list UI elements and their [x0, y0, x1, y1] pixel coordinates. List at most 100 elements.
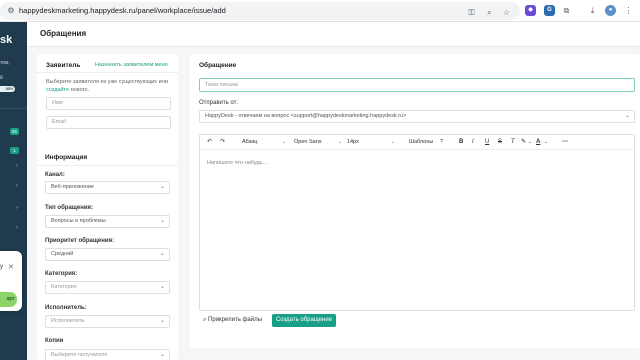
assign-self-link[interactable]: Назначить заявителем меня — [95, 62, 168, 68]
extension-icon[interactable]: G — [544, 5, 555, 16]
chevron-down-icon: ⌄ — [624, 113, 630, 119]
paragraph-value: Абзац — [242, 139, 258, 145]
copies-label: Копии — [45, 338, 64, 344]
priority-label: Приоритет обращения: — [45, 238, 115, 244]
chevron-right-icon[interactable]: › — [16, 224, 18, 232]
ticket-card: Обращение Тема письма Отправить от: Happ… — [190, 54, 640, 348]
chevron-down-icon[interactable]: ⌄ — [528, 138, 532, 147]
highlight-color-icon[interactable]: ✎ — [521, 138, 526, 147]
key-icon[interactable]: ⚿ — [466, 7, 477, 18]
address-bar-url[interactable]: happydeskmarketing.happydesk.ru/panel/wo… — [19, 6, 226, 16]
type-value: Вопросы и проблемы — [51, 218, 106, 224]
chevron-down-icon: ⌄ — [159, 352, 165, 358]
create-requester-link[interactable]: создайте — [46, 87, 69, 93]
info-card: Информация Канал: Веб-приложение ⌄ Тип о… — [37, 146, 178, 360]
extensions-puzzle-icon[interactable]: ⧉ — [561, 5, 572, 16]
assignee-placeholder: Исполнитель — [51, 318, 85, 324]
copies-select[interactable]: Выберите получателя ⌄ — [45, 349, 170, 360]
category-select[interactable]: Категория ⌄ — [45, 281, 170, 294]
chevron-down-icon: ⌄ — [159, 251, 165, 257]
divider — [37, 72, 178, 73]
requester-title: Заявитель — [46, 62, 81, 69]
page-header: Обращения — [27, 22, 640, 47]
menu-icon[interactable]: ⋮ — [623, 5, 634, 16]
page-title: Обращения — [40, 29, 87, 38]
chevron-down-icon: ⌄ — [281, 139, 286, 145]
divider — [37, 165, 178, 166]
size-value: 14px — [347, 139, 359, 145]
notification-start-button[interactable]: арт — [0, 292, 17, 307]
requester-email-input[interactable]: Email — [46, 116, 171, 129]
font-select[interactable]: Open Sans ⌄ — [294, 138, 342, 147]
create-ticket-button[interactable]: Создать обращение — [272, 314, 336, 327]
chevron-down-icon: ⌄ — [159, 284, 165, 290]
underline-icon[interactable]: U — [485, 138, 489, 147]
browser-toolbar: ⚙ happydeskmarketing.happydesk.ru/panel/… — [0, 0, 640, 22]
requester-name-input[interactable]: Имя — [46, 97, 171, 110]
type-label: Тип обращения: — [45, 205, 93, 211]
chevron-down-icon: ⌄ — [159, 318, 165, 324]
download-icon[interactable]: ⤓ — [587, 5, 598, 16]
text-style-icon[interactable]: 𝘛 — [511, 138, 515, 147]
message-body-placeholder[interactable]: Напишите что-нибудь... — [207, 160, 267, 166]
paperclip-icon: ⌕ — [203, 317, 207, 323]
type-select[interactable]: Вопросы и проблемы ⌄ — [45, 215, 170, 228]
font-color-icon[interactable]: A — [536, 138, 540, 147]
assignee-select[interactable]: Исполнитель ⌄ — [45, 315, 170, 328]
from-select[interactable]: HappyDesk - отвечаем на вопрос <support@… — [199, 110, 635, 123]
paragraph-select[interactable]: Абзац ⌄ — [242, 138, 286, 147]
sidebar-badge[interactable]: 56 — [10, 128, 19, 135]
requester-hint-suffix: нового. — [70, 87, 90, 93]
zoom-icon[interactable]: ⌕ — [484, 7, 495, 18]
more-icon[interactable]: ⋯ — [562, 138, 568, 147]
strikethrough-icon[interactable]: S — [498, 138, 502, 147]
site-info-icon[interactable]: ⚙ — [6, 6, 16, 16]
notification-text: y — [0, 264, 3, 270]
sidebar-divider — [0, 108, 27, 109]
attach-files-label: Прикрепить файлы — [208, 317, 262, 323]
undo-icon[interactable]: ↶ — [207, 138, 212, 147]
star-icon[interactable]: ☆ — [501, 7, 512, 18]
chevron-down-icon: ⌄ — [159, 218, 165, 224]
channel-label: Канал: — [45, 172, 65, 178]
templates-button[interactable]: Шаблоны — [409, 138, 433, 147]
close-icon[interactable]: ✕ — [8, 263, 14, 271]
editor-toolbar: ↶ ↷ Абзац ⌄ Open Sans ⌄ 14px ⌄ Шаблоны ?… — [200, 135, 634, 150]
assignee-label: Исполнитель: — [45, 305, 87, 311]
address-bar[interactable]: ⚙ happydeskmarketing.happydesk.ru/panel/… — [0, 2, 520, 20]
sidebar-logo[interactable]: sk — [0, 34, 12, 46]
font-value: Open Sans — [294, 139, 322, 145]
priority-value: Средний — [51, 251, 74, 257]
redo-icon[interactable]: ↷ — [220, 138, 225, 147]
from-label: Отправить от: — [199, 100, 239, 106]
chevron-right-icon[interactable]: › — [16, 162, 18, 170]
requester-hint-text: Выберите заявителя из уже существующих и… — [46, 79, 168, 85]
sidebar-status-pill[interactable]: айн — [0, 86, 15, 92]
message-editor: ↶ ↷ Абзац ⌄ Open Sans ⌄ 14px ⌄ Шаблоны ?… — [199, 134, 635, 311]
subject-input[interactable]: Тема письма — [199, 78, 635, 92]
ticket-section-title: Обращение — [199, 62, 237, 69]
requester-card: Заявитель Назначить заявителем меня Выбе… — [37, 54, 178, 158]
sidebar-badge[interactable]: 1 — [10, 147, 19, 154]
notification-popup: y ✕ арт — [0, 251, 22, 311]
extension-icon[interactable]: ◆ — [525, 5, 536, 16]
category-label: Категория: — [45, 271, 78, 277]
category-placeholder: Категория — [51, 284, 77, 290]
help-button[interactable]: ? — [440, 138, 443, 147]
from-value: HappyDesk - отвечаем на вопрос <support@… — [205, 113, 407, 119]
profile-icon[interactable]: ● — [605, 5, 616, 16]
main-content: Обращения Заявитель Назначить заявителем… — [27, 22, 640, 360]
chevron-right-icon[interactable]: › — [16, 182, 18, 190]
sidebar-text: тем, — [0, 60, 10, 66]
chevron-down-icon: ⌄ — [390, 139, 395, 145]
bold-icon[interactable]: B — [459, 138, 463, 147]
italic-icon[interactable]: I — [472, 138, 474, 147]
size-select[interactable]: 14px ⌄ — [347, 138, 395, 147]
sidebar-text: й — [0, 75, 3, 81]
chevron-right-icon[interactable]: › — [16, 204, 18, 212]
priority-select[interactable]: Средний ⌄ — [45, 248, 170, 261]
requester-hint: Выберите заявителя из уже существующих и… — [46, 78, 174, 94]
chevron-down-icon[interactable]: ⌄ — [544, 138, 548, 147]
attach-files-button[interactable]: ⌕ Прикрепить файлы — [203, 317, 262, 324]
channel-select[interactable]: Веб-приложение ⌄ — [45, 181, 170, 194]
